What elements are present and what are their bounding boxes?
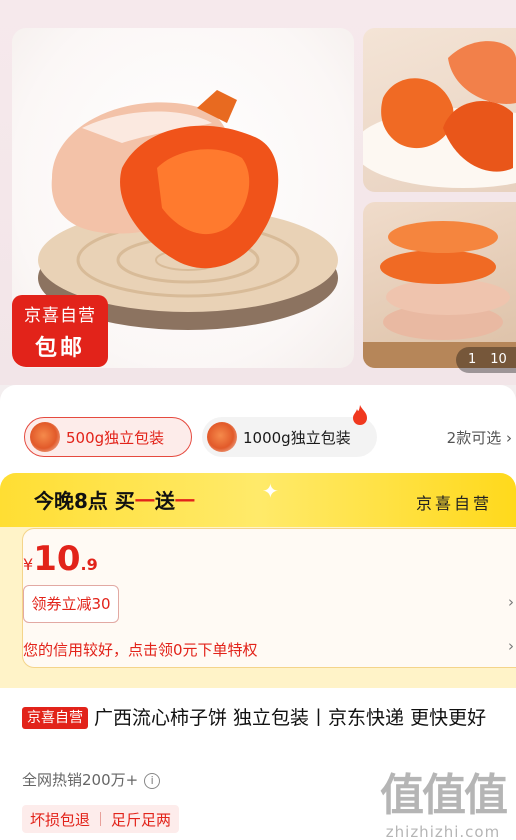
promo-title-red: 一: [174, 489, 195, 513]
fire-icon: [353, 405, 367, 425]
promo-banner[interactable]: 今晚8点 买一送一 ✦ 京喜自营: [0, 473, 516, 527]
service-tag: 坏损包退: [30, 810, 91, 829]
persimmon-stack-illustration: [363, 221, 516, 368]
price: ¥10.9: [23, 539, 98, 579]
price-currency: ¥: [23, 555, 34, 574]
credit-privilege-link[interactable]: 您的信用较好，点击领0元下单特权: [23, 639, 258, 660]
watermark-site: zhizhizhi.com: [385, 823, 501, 840]
product-panel: 500g独立包装 1000g独立包装 2款可选 › 今晚8点 买一送一 ✦ 京喜…: [0, 385, 516, 840]
watermark: 值值值 zhizhizhi.com: [380, 759, 508, 840]
divider: [100, 812, 102, 826]
jingxi-tag: 京喜自营: [22, 707, 88, 729]
image-gallery[interactable]: 京喜自营 包邮 1 10: [0, 0, 516, 385]
promo-title-red: 一: [134, 489, 155, 513]
badge-line2: 包邮: [34, 336, 85, 361]
counter-current: 1: [468, 352, 477, 367]
variant-thumbnail: [207, 422, 237, 452]
product-title: 京喜自营 广西流心柿子饼 独立包装丨京东快递 更快更好: [22, 703, 516, 733]
price-decimal: .9: [80, 555, 98, 574]
chevron-right-icon[interactable]: ›: [508, 637, 514, 655]
coupon-button[interactable]: 领券立减30: [23, 585, 119, 623]
service-tags[interactable]: 坏损包退 足斤足两: [22, 805, 180, 833]
persimmon-plate-illustration: [363, 41, 516, 188]
thumbnail-image-2[interactable]: [363, 202, 516, 368]
promo-title: 今晚8点 买一送一: [34, 485, 195, 514]
service-tag: 足斤足两: [111, 810, 172, 829]
image-counter: 1 10: [456, 347, 516, 373]
chevron-right-icon[interactable]: ›: [508, 593, 514, 611]
sales-text: 全网热销200万+: [22, 771, 139, 789]
variant-option-1000g[interactable]: 1000g独立包装: [202, 417, 377, 457]
promo-jingxi-label: 京喜自营: [415, 494, 492, 513]
variant-label: 1000g独立包装: [243, 428, 351, 447]
badge-line1: 京喜自营: [24, 306, 96, 326]
sparkle-icon: ✦: [262, 479, 279, 503]
price-card: ¥10.9 领券立减30 › 您的信用较好，点击领0元下单特权 ›: [22, 528, 516, 668]
jingxi-free-shipping-badge: 京喜自营 包邮: [12, 295, 108, 367]
price-integer: 10: [33, 539, 81, 579]
variant-label: 500g独立包装: [66, 428, 165, 447]
more-variants-link[interactable]: 2款可选 ›: [447, 427, 512, 448]
watermark-logo: 值值值: [380, 770, 508, 821]
promo-title-mid: 送: [154, 489, 175, 513]
more-variants-label: 2款可选: [446, 429, 502, 447]
promo-title-prefix: 今晚8点 买: [34, 489, 135, 513]
info-icon[interactable]: i: [144, 773, 161, 789]
thumbnail-image-1[interactable]: [363, 28, 516, 192]
sales-info: 全网热销200万+ i: [22, 769, 161, 790]
chevron-right-icon: ›: [506, 429, 512, 447]
product-title-text: 广西流心柿子饼 独立包装丨京东快递 更快更好: [94, 707, 487, 729]
counter-total: 10: [490, 352, 507, 367]
variant-thumbnail: [30, 422, 60, 452]
promo-section: 今晚8点 买一送一 ✦ 京喜自营 ¥10.9 领券立减30 › 您的信用较好，点…: [0, 473, 516, 688]
variant-option-500g[interactable]: 500g独立包装: [24, 417, 192, 457]
